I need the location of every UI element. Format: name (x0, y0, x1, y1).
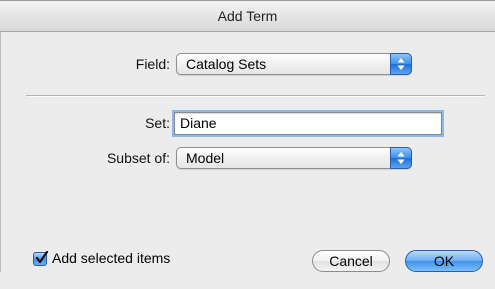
ok-button[interactable]: OK (405, 250, 483, 272)
field-popup[interactable]: Catalog Sets (176, 53, 412, 75)
field-label: Field: (135, 56, 170, 72)
add-selected-items-label[interactable]: Add selected items (52, 250, 170, 266)
checkmark-icon (35, 251, 49, 264)
set-label: Set: (145, 115, 170, 131)
up-down-arrows-icon (390, 147, 412, 169)
set-field-value: Diane (180, 115, 217, 131)
field-popup-value: Catalog Sets (186, 56, 267, 72)
subset-popup[interactable]: Model (176, 147, 412, 169)
up-down-arrows-icon (390, 53, 412, 75)
set-text-field[interactable]: Diane (174, 112, 442, 135)
subset-label: Subset of: (106, 150, 170, 166)
add-term-dialog: Add Term Field: Catalog Sets Set: Diane … (0, 0, 495, 289)
section-divider (26, 95, 485, 97)
add-selected-items-checkbox[interactable] (33, 251, 49, 266)
subset-popup-value: Model (186, 150, 225, 166)
cancel-button[interactable]: Cancel (312, 250, 390, 272)
left-border (0, 32, 1, 272)
window-title: Add Term (0, 1, 495, 32)
